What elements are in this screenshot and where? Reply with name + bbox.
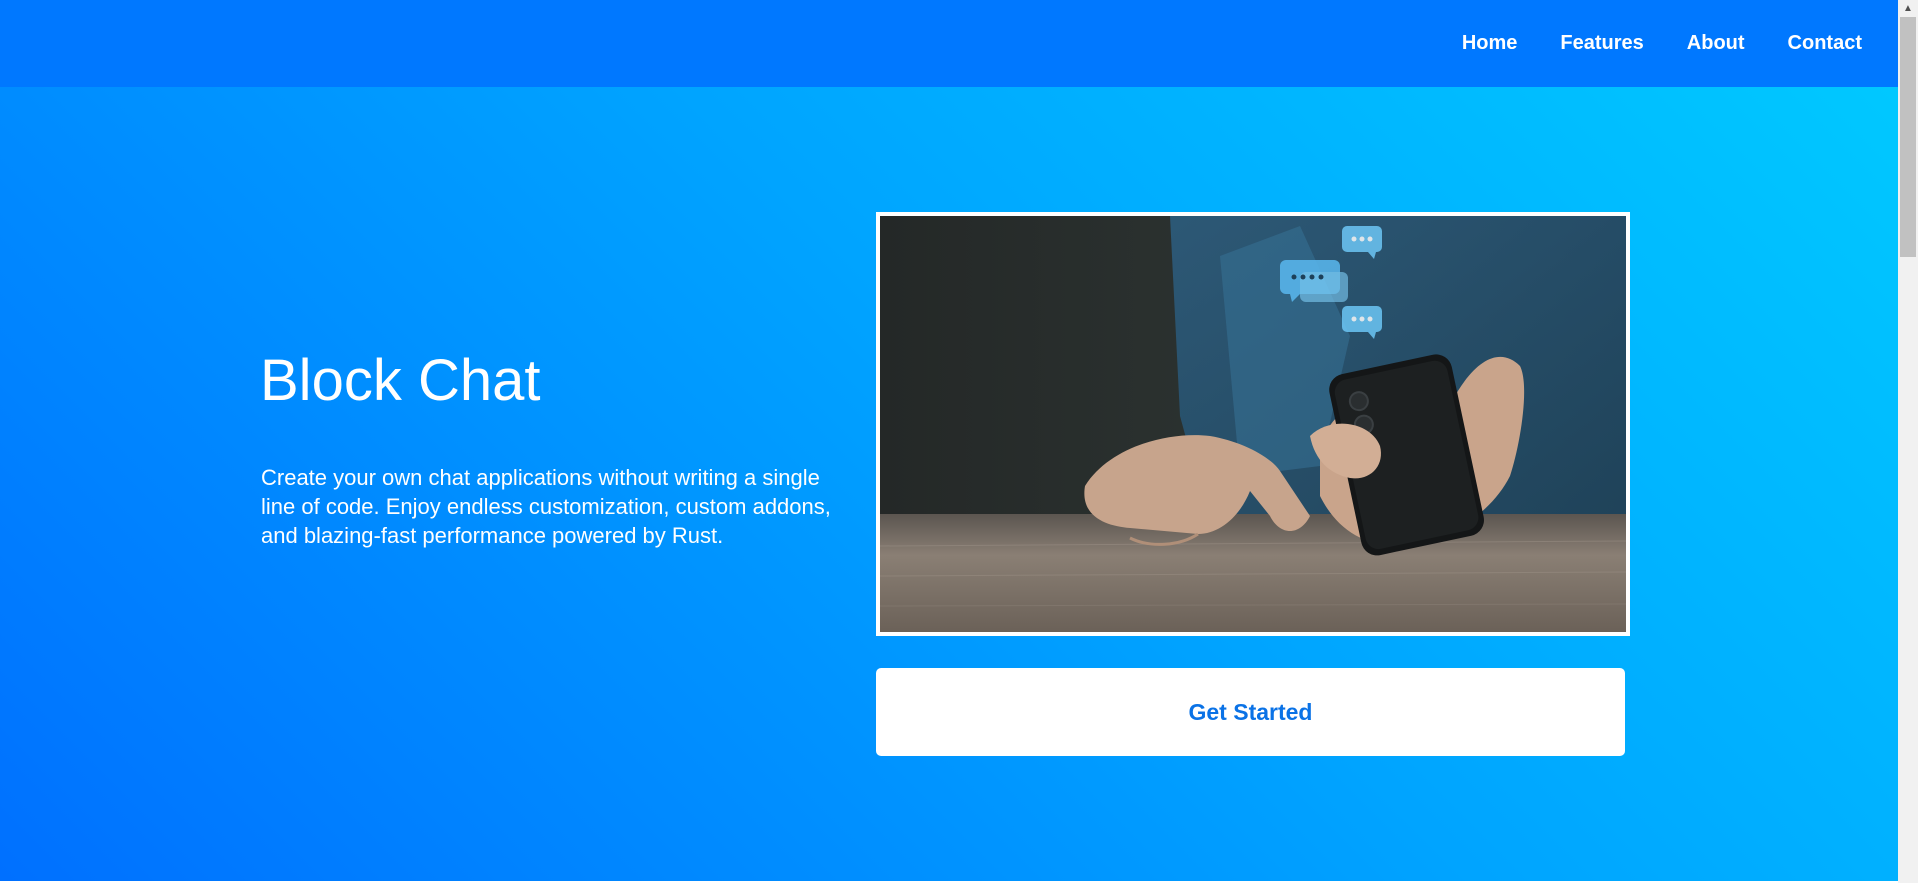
nav-link-features[interactable]: Features bbox=[1560, 32, 1643, 55]
landing-page: Home Features About Contact Block Chat C… bbox=[0, 0, 1918, 883]
hero-description: Create your own chat applications withou… bbox=[261, 465, 831, 548]
scroll-up-icon[interactable]: ▲ bbox=[1898, 0, 1918, 17]
nav-link-about[interactable]: About bbox=[1687, 32, 1745, 55]
hero-section: Block Chat Create your own chat applicat… bbox=[0, 87, 1898, 881]
nav-link-contact[interactable]: Contact bbox=[1788, 32, 1862, 55]
hero-title: Block Chat bbox=[260, 348, 541, 413]
nav-link-home[interactable]: Home bbox=[1462, 32, 1518, 55]
phone-chat-photo-icon bbox=[880, 216, 1626, 632]
vertical-scrollbar[interactable]: ▲ bbox=[1898, 0, 1918, 883]
scrollbar-thumb[interactable] bbox=[1900, 17, 1916, 257]
hero-image bbox=[876, 212, 1630, 636]
top-navbar: Home Features About Contact bbox=[0, 0, 1898, 87]
get-started-button[interactable]: Get Started bbox=[876, 668, 1625, 756]
nav-links: Home Features About Contact bbox=[1462, 0, 1862, 87]
